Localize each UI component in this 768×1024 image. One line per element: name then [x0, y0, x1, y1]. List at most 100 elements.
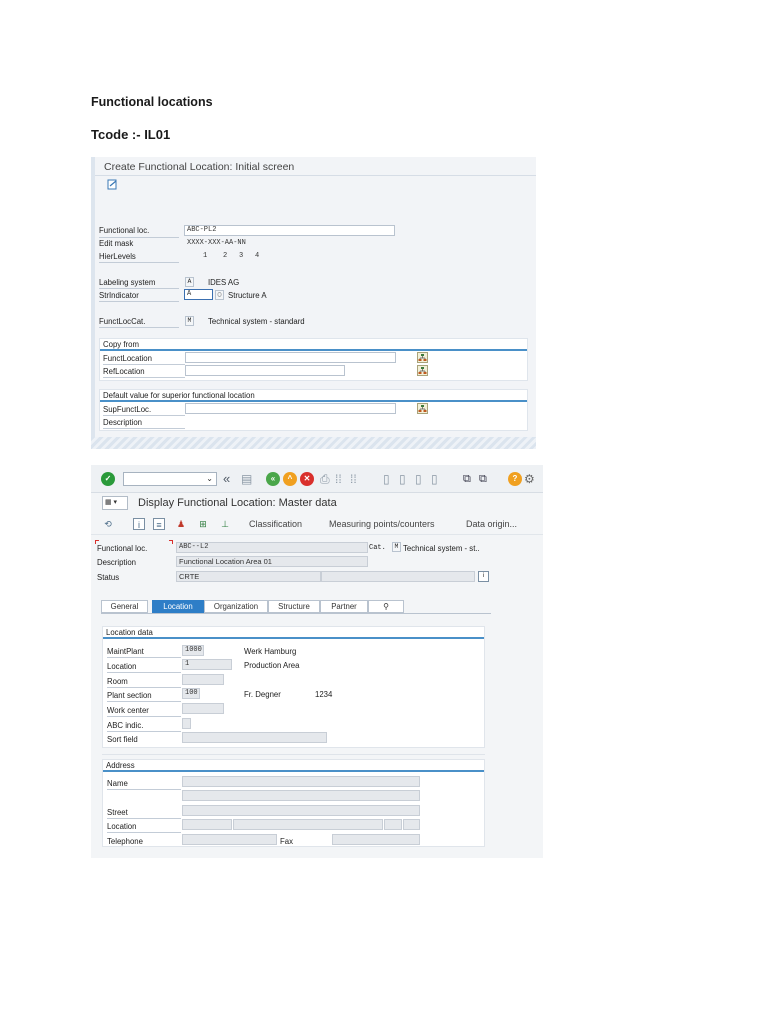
edit-mask-value: XXXX-XXX-AA-NN: [187, 239, 246, 247]
functional-loc-input[interactable]: ABC-PL2: [184, 225, 395, 236]
tab-more-icon[interactable]: ⚲: [368, 600, 404, 613]
print-icon[interactable]: ⎙: [320, 472, 330, 486]
search-help-icon[interactable]: ▢: [215, 290, 224, 300]
copy-from-group: Copy from FunctLocation RefLocation: [99, 338, 528, 381]
sup-funct-loc-label: SupFunctLoc.: [103, 405, 152, 414]
double-chevron-left-icon[interactable]: «: [223, 472, 230, 486]
plant-section-person: Fr. Degner: [244, 690, 281, 699]
label-underline: [99, 301, 179, 302]
tab-organization[interactable]: Organization: [204, 600, 268, 613]
group-line: [100, 349, 527, 351]
tab-general[interactable]: General: [101, 600, 148, 613]
info-icon[interactable]: i: [133, 518, 145, 530]
plant-section-label: Plant section: [107, 691, 152, 700]
measuring-points-button[interactable]: Measuring points/counters: [329, 519, 435, 529]
tab-partner[interactable]: Partner: [320, 600, 368, 613]
save-icon[interactable]: ▤: [241, 472, 252, 486]
group-title: Location data: [106, 628, 153, 637]
cat-code: M: [392, 542, 401, 552]
functional-loc-label: Functional loc.: [99, 226, 150, 235]
address-group: Address Name Street Location Telephone F…: [102, 759, 485, 847]
screenshot-master-data: ✓ ⌄ « ▤ « ^ ✕ ⎙ ⁞⁞ ⁞⁞ ▯ ▯ ▯ ▯ ⧉ ⧉ ? ⚙ ▦ …: [91, 465, 543, 858]
screenshot-initial-screen: Create Functional Location: Initial scre…: [91, 157, 536, 449]
label-underline: [107, 789, 181, 790]
address-location-label: Location: [107, 822, 137, 831]
description-label: Description: [97, 558, 136, 567]
hierarchy-icon[interactable]: ⊥: [219, 518, 231, 530]
funct-location-input[interactable]: [185, 352, 396, 363]
hier-level-3: 3: [239, 252, 244, 260]
background-stripes: [91, 437, 536, 449]
label-underline: [107, 672, 181, 673]
hierarchy-icon[interactable]: [417, 352, 428, 363]
last-page-icon[interactable]: ▯: [431, 472, 438, 486]
screen-selector[interactable]: ▦ ▾: [102, 496, 128, 510]
street-field: [182, 805, 420, 816]
screen-title: Create Functional Location: Initial scre…: [104, 161, 295, 173]
label-underline: [107, 701, 181, 702]
str-indicator-input[interactable]: A: [184, 289, 213, 300]
find-next-icon[interactable]: ⁞⁞: [350, 472, 357, 486]
exit-icon[interactable]: ^: [283, 472, 297, 486]
title-divider: [95, 175, 536, 176]
section-separator: [102, 754, 485, 755]
find-icon[interactable]: ⁞⁞: [335, 472, 342, 486]
label-underline: [107, 731, 181, 732]
description-field: Functional Location Area 01: [176, 556, 368, 567]
name-field-2: [182, 790, 420, 801]
str-indicator-label: StrIndicator: [99, 291, 139, 300]
shortcut-icon[interactable]: ⧉: [479, 472, 487, 486]
status-label: Status: [97, 573, 120, 582]
tcode-heading: Tcode :- IL01: [91, 127, 171, 142]
funct-loc-cat-code[interactable]: M: [185, 316, 194, 326]
labeling-system-code[interactable]: A: [185, 277, 194, 287]
next-page-icon[interactable]: ▯: [415, 472, 422, 486]
label-underline: [99, 327, 179, 328]
partners-icon[interactable]: ♟: [175, 518, 187, 530]
tab-structure[interactable]: Structure: [268, 600, 320, 613]
page-edit-icon[interactable]: [107, 179, 119, 190]
fax-label: Fax: [280, 837, 293, 846]
hier-level-2: 2: [223, 252, 228, 260]
hier-levels-label: HierLevels: [99, 252, 136, 261]
previous-page-icon[interactable]: ▯: [399, 472, 406, 486]
status-info-icon[interactable]: i: [478, 571, 489, 582]
group-title: Default value for superior functional lo…: [103, 391, 255, 400]
label-underline: [103, 415, 185, 416]
gear-icon[interactable]: ⚙: [524, 472, 535, 486]
sup-funct-loc-input[interactable]: [185, 403, 396, 414]
hierarchy-icon[interactable]: [417, 365, 428, 376]
work-center-field: [182, 703, 224, 714]
hier-level-4: 4: [255, 252, 260, 260]
plant-section-phone: 1234: [315, 690, 333, 699]
classification-button[interactable]: Classification: [249, 519, 302, 529]
label-underline: [103, 377, 185, 378]
document-icon[interactable]: ≡: [153, 518, 165, 530]
label-underline: [99, 237, 179, 238]
ref-location-input[interactable]: [185, 365, 345, 376]
telephone-field: [182, 834, 277, 845]
cat-label: Cat.: [369, 544, 386, 552]
check-icon[interactable]: ✓: [101, 472, 115, 486]
command-field[interactable]: ⌄: [123, 472, 217, 486]
help-icon[interactable]: ?: [508, 472, 522, 486]
sort-field-field: [182, 732, 327, 743]
label-underline: [107, 832, 181, 833]
structure-list-icon[interactable]: ⊞: [197, 518, 209, 530]
display-change-icon[interactable]: ⟲: [102, 518, 114, 530]
location-label: Location: [107, 662, 137, 671]
first-page-icon[interactable]: ▯: [383, 472, 390, 486]
plant-section-field: 100: [182, 688, 200, 699]
hierarchy-icon[interactable]: [417, 403, 428, 414]
room-label: Room: [107, 677, 128, 686]
label-underline: [99, 262, 179, 263]
data-origin-button[interactable]: Data origin...: [466, 519, 517, 529]
cancel-icon[interactable]: ✕: [300, 472, 314, 486]
group-line: [103, 637, 484, 639]
group-title: Copy from: [103, 340, 139, 349]
label-underline: [107, 716, 181, 717]
str-indicator-text: Structure A: [228, 291, 267, 300]
back-icon[interactable]: «: [266, 472, 280, 486]
tab-location[interactable]: Location: [152, 600, 204, 613]
new-session-icon[interactable]: ⧉: [463, 472, 471, 486]
